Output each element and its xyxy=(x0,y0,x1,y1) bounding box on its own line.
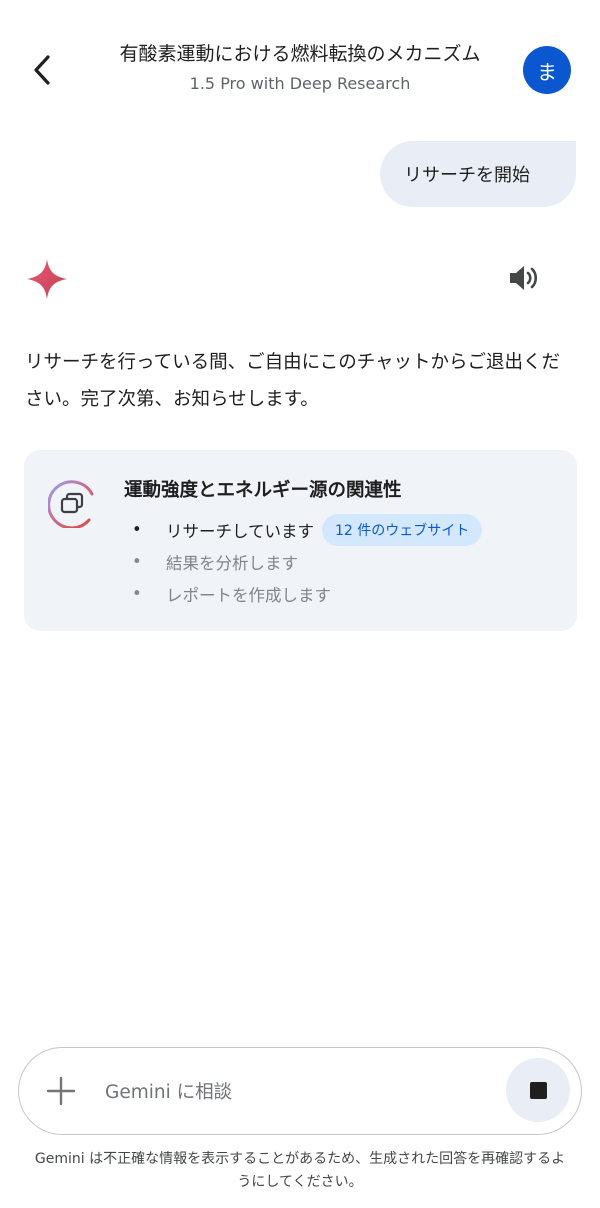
stop-icon xyxy=(529,1081,547,1099)
user-message-bubble: リサーチを開始 xyxy=(380,141,576,207)
account-avatar[interactable]: ま xyxy=(523,46,571,94)
app-header: 有酸素運動における燃料転換のメカニズム 1.5 Pro with Deep Re… xyxy=(0,0,600,120)
assistant-message-text: リサーチを行っている間、ご自由にこのチャットからご退出ください。完了次第、お知ら… xyxy=(25,352,561,410)
plus-icon[interactable] xyxy=(45,1075,77,1107)
gemini-sparkle-icon xyxy=(27,259,67,299)
volume-icon[interactable] xyxy=(506,262,542,294)
back-button[interactable] xyxy=(22,50,62,90)
research-step-analyzing: • 結果を分析します xyxy=(132,546,482,578)
deep-research-card[interactable]: 運動強度とエネルギー源の関連性 • リサーチしています 12 件のウェブサイト … xyxy=(24,450,577,631)
prompt-bar xyxy=(18,1047,582,1135)
research-step-browsing: • リサーチしています 12 件のウェブサイト xyxy=(132,514,483,546)
arrow-back-icon xyxy=(34,55,50,85)
research-topic-title: 運動強度とエネルギー源の関連性 xyxy=(124,480,402,501)
avatar-initial: ま xyxy=(537,59,557,84)
prompt-input[interactable] xyxy=(105,1072,485,1112)
step-bullet: • xyxy=(132,520,142,539)
step-label: 結果を分析します xyxy=(166,554,298,573)
step-label: リサーチしています xyxy=(166,522,315,541)
step-bullet: • xyxy=(132,552,142,571)
disclaimer-text: Gemini は不正確な情報を表示することがあるため、生成された回答を再確認する… xyxy=(34,1151,566,1190)
deep-research-icon xyxy=(48,480,94,528)
step-bullet: • xyxy=(132,584,142,603)
research-step-reporting: • レポートを作成します xyxy=(132,578,482,610)
user-message-text: リサーチを開始 xyxy=(404,165,530,186)
step-label: レポートを作成します xyxy=(166,586,331,605)
model-label: 1.5 Pro with Deep Research xyxy=(189,74,411,93)
chat-screen: 有酸素運動における燃料転換のメカニズム 1.5 Pro with Deep Re… xyxy=(0,0,600,1208)
conversation-title: 有酸素運動における燃料転換のメカニズム xyxy=(119,43,481,65)
stop-generation-button[interactable] xyxy=(506,1058,570,1122)
research-steps: • リサーチしています 12 件のウェブサイト • 結果を分析します • レポー… xyxy=(132,514,483,610)
websites-count-chip[interactable]: 12 件のウェブサイト xyxy=(322,514,483,546)
conversation-title-block: 有酸素運動における燃料転換のメカニズム 1.5 Pro with Deep Re… xyxy=(90,40,510,94)
